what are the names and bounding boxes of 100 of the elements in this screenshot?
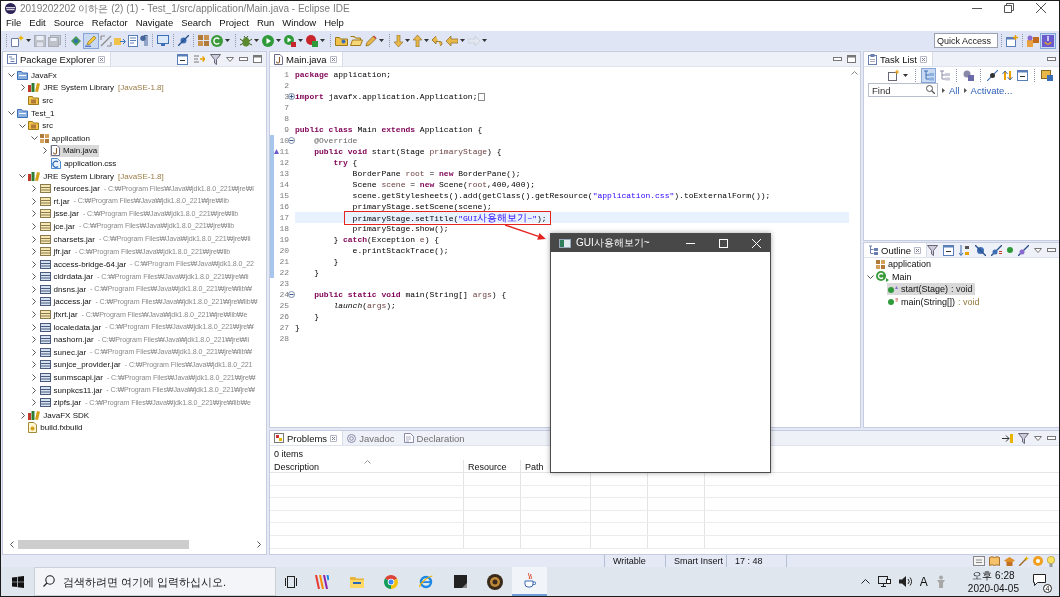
input-mode-indicator[interactable]: A — [919, 574, 928, 589]
chevron-right-icon[interactable] — [32, 185, 37, 193]
chevron-down-icon[interactable] — [19, 123, 27, 128]
monitor-icon[interactable] — [157, 35, 169, 46]
folder-icon[interactable] — [349, 575, 364, 588]
bug-icon[interactable] — [240, 34, 252, 47]
grid-icon[interactable] — [198, 35, 209, 46]
tree-item[interactable]: JRE System Library — [27, 170, 116, 183]
chevron-right-icon[interactable] — [32, 399, 37, 407]
menu-item[interactable]: Edit — [25, 17, 50, 29]
slashed-dot-icon[interactable] — [1018, 244, 1030, 256]
window-minus-icon[interactable] — [177, 53, 188, 65]
caret-down-icon[interactable] — [320, 39, 325, 42]
menu-item[interactable]: Search — [177, 17, 216, 29]
tree-item[interactable]: sunmscapi.jar — [38, 371, 105, 384]
tree-item[interactable]: jsse.jar — [38, 207, 81, 220]
sort-caret-icon[interactable] — [364, 460, 371, 464]
diagonal-arrow-icon[interactable] — [100, 34, 112, 47]
caret-down-icon[interactable] — [254, 39, 259, 42]
chevron-right-icon[interactable] — [43, 147, 48, 155]
tree-item[interactable]: access-bridge-64.jar — [38, 258, 129, 271]
sort-icon[interactable] — [959, 244, 971, 256]
column-header[interactable]: Resource — [468, 462, 507, 472]
caret-down-icon[interactable] — [26, 39, 31, 42]
slashed-dot-icon[interactable] — [987, 69, 999, 81]
chevron-down-icon[interactable] — [8, 73, 15, 78]
chevron-right-icon[interactable] — [32, 386, 37, 394]
chevron-down-icon[interactable] — [30, 136, 38, 141]
tree-item[interactable]: rt.jar — [38, 195, 72, 208]
tab[interactable]: Task List — [864, 52, 933, 66]
plus-circle-icon[interactable] — [288, 93, 295, 100]
tree-item[interactable]: dnsns.jar — [38, 283, 89, 296]
round-emblem-icon[interactable] — [486, 573, 503, 590]
pilcrow-icon[interactable] — [140, 35, 148, 46]
list-box-icon[interactable] — [973, 556, 985, 566]
chevron-right-icon[interactable] — [32, 336, 37, 344]
chevron-right-icon[interactable] — [32, 273, 37, 281]
slashed-dot-icon[interactable] — [178, 35, 189, 46]
tree-item[interactable]: JavaFx — [16, 69, 59, 82]
tree-item[interactable]: jce.jar — [38, 220, 77, 233]
window-minus-icon[interactable] — [943, 244, 955, 256]
close-icon[interactable] — [914, 246, 922, 254]
window-plus-icon[interactable] — [1006, 34, 1018, 47]
tab[interactable]: Outline — [864, 243, 928, 257]
minus-circle-icon[interactable] — [288, 291, 295, 298]
tree-item[interactable]: zipfs.jar — [38, 396, 84, 409]
chevron-right-icon[interactable] — [32, 361, 37, 369]
minimize-icon[interactable] — [1047, 248, 1057, 252]
chevron-right-icon[interactable] — [32, 348, 37, 356]
column-header[interactable]: Path — [525, 462, 544, 472]
tree-item[interactable]: localedata.jar — [38, 321, 104, 334]
tree-item[interactable]: charsets.jar — [38, 233, 97, 245]
caret-down-icon[interactable] — [424, 39, 429, 42]
tree-item[interactable]: jfr.jar — [38, 245, 73, 258]
tab[interactable]: Package Explorer — [3, 52, 111, 66]
tree-item[interactable]: start(Stage) : void — [887, 283, 975, 296]
minimize-icon[interactable] — [686, 242, 695, 244]
tree-item[interactable]: cldrdata.jar — [38, 270, 96, 283]
chevron-right-icon[interactable] — [32, 235, 37, 243]
search-icon[interactable] — [43, 575, 55, 587]
tab[interactable]: Problems — [270, 431, 344, 445]
filter-link[interactable]: Activate... — [970, 84, 1013, 96]
caret-down-icon[interactable] — [405, 39, 410, 42]
tree-item[interactable]: Test_1 — [16, 107, 57, 120]
minimize-icon[interactable] — [833, 57, 842, 61]
maximize-icon[interactable] — [253, 55, 262, 63]
folder-icon[interactable] — [335, 35, 348, 46]
tricolor-ball-icon[interactable] — [384, 574, 399, 589]
menu-item[interactable]: Refactor — [87, 17, 132, 29]
scrollbar-thumb[interactable] — [18, 539, 189, 549]
chevron-right-icon[interactable] — [32, 285, 37, 293]
empty-box-icon[interactable] — [478, 92, 486, 101]
search-field[interactable]: 검색하려면 여기에 입력하십시오. — [34, 567, 276, 596]
chevron-right-icon[interactable] — [32, 374, 37, 382]
folder-arrow-icon[interactable] — [114, 35, 126, 46]
close-icon[interactable] — [919, 55, 927, 63]
tree-item[interactable]: jaccess.jar — [38, 296, 94, 308]
tree-item[interactable]: nashorn.jar — [38, 333, 96, 346]
chevron-right-icon[interactable] — [32, 197, 37, 205]
chevron-right-icon[interactable] — [32, 222, 37, 230]
tree-item[interactable]: JavaFX SDK — [27, 409, 92, 422]
tree-item[interactable]: sunec.jar — [38, 346, 89, 359]
tree-item[interactable]: jfxrt.jar — [38, 308, 80, 321]
close-icon[interactable] — [330, 434, 338, 442]
tree-item[interactable]: Main.java — [49, 144, 100, 157]
speaker-icon[interactable] — [898, 576, 912, 587]
caret-down-icon[interactable] — [903, 73, 909, 77]
menu-item[interactable]: Project — [215, 17, 253, 29]
triangle-down-icon[interactable] — [226, 56, 234, 62]
page-star-icon[interactable] — [11, 34, 24, 47]
slashed-circle-icon[interactable] — [975, 244, 987, 256]
circle-square-icon[interactable] — [963, 69, 975, 81]
minimize-icon[interactable] — [1047, 436, 1057, 440]
tree-item[interactable]: src — [27, 119, 55, 132]
restore-icon[interactable] — [1004, 3, 1014, 13]
maximize-icon[interactable] — [847, 55, 856, 63]
active-app-tile[interactable] — [512, 567, 547, 596]
chevron-up-icon[interactable] — [860, 579, 870, 584]
chevron-down-icon[interactable] — [19, 174, 27, 179]
chevron-right-icon[interactable] — [20, 411, 25, 419]
